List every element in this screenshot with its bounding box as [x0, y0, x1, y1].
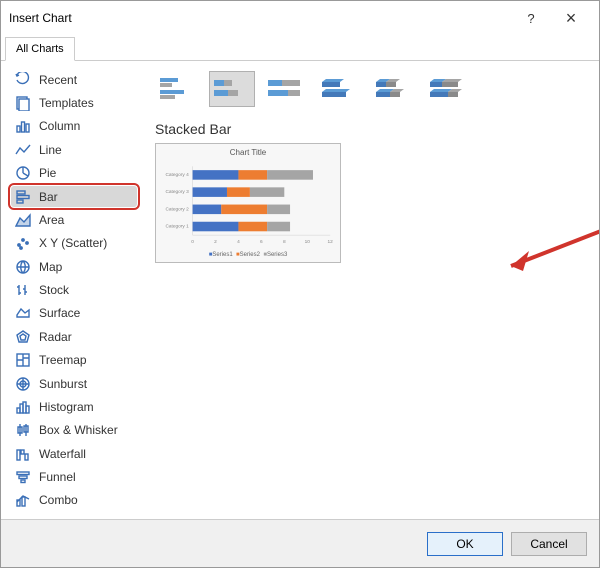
- subtype-100-stacked-bar[interactable]: [263, 71, 309, 107]
- sidebar-item-label: X Y (Scatter): [39, 236, 107, 250]
- sidebar-item-pie[interactable]: Pie: [11, 163, 137, 184]
- sunburst-icon: [15, 376, 31, 392]
- svg-text:Category 2: Category 2: [165, 206, 189, 212]
- sidebar-item-label: Sunburst: [39, 377, 87, 391]
- cancel-button[interactable]: Cancel: [511, 532, 587, 556]
- subtype-clustered-bar[interactable]: [155, 71, 201, 107]
- sidebar-item-sunburst[interactable]: Sunburst: [11, 373, 137, 394]
- svg-text:8: 8: [283, 239, 286, 245]
- treemap-icon: [15, 352, 31, 368]
- surface-icon: [15, 305, 31, 321]
- sidebar-item-label: Bar: [39, 190, 58, 204]
- subtype-3d-100-stacked-bar[interactable]: [425, 71, 471, 107]
- chart-preview[interactable]: Chart Title Category 4 Category 3 Catego…: [155, 143, 341, 263]
- sidebar-item-boxwhisker[interactable]: Box & Whisker: [11, 420, 137, 441]
- sidebar-item-label: Column: [39, 119, 80, 133]
- sidebar-item-map[interactable]: Map: [11, 256, 137, 277]
- chart-type-sidebar: Recent Templates Column Line Pie Bar: [1, 61, 141, 519]
- sidebar-item-label: Templates: [39, 96, 94, 110]
- svg-text:10: 10: [305, 239, 311, 245]
- svg-text:6: 6: [260, 239, 263, 245]
- sidebar-item-area[interactable]: Area: [11, 209, 137, 230]
- sidebar-item-histogram[interactable]: Histogram: [11, 396, 137, 417]
- line-icon: [15, 142, 31, 158]
- close-button[interactable]: ×: [551, 4, 591, 32]
- sidebar-item-templates[interactable]: Templates: [11, 92, 137, 113]
- sidebar-item-bar[interactable]: Bar: [11, 186, 137, 207]
- sidebar-item-label: Radar: [39, 330, 72, 344]
- sidebar-item-scatter[interactable]: X Y (Scatter): [11, 233, 137, 254]
- stock-icon: [15, 282, 31, 298]
- ok-button[interactable]: OK: [427, 532, 503, 556]
- sidebar-item-treemap[interactable]: Treemap: [11, 350, 137, 371]
- pie-icon: [15, 165, 31, 181]
- sidebar-item-combo[interactable]: Combo: [11, 490, 137, 511]
- svg-text:4: 4: [237, 239, 240, 245]
- svg-text:0: 0: [191, 239, 194, 245]
- svg-text:2: 2: [214, 239, 217, 245]
- preview-chart-svg: Category 4 Category 3 Category 2 Categor…: [162, 159, 334, 252]
- titlebar: Insert Chart ? ×: [1, 1, 599, 35]
- annotation-arrow: [491, 191, 599, 286]
- sidebar-item-label: Stock: [39, 283, 69, 297]
- sidebar-item-label: Combo: [39, 493, 78, 507]
- sidebar-item-label: Area: [39, 213, 64, 227]
- sidebar-item-label: Surface: [39, 306, 80, 320]
- sidebar-item-recent[interactable]: Recent: [11, 69, 137, 90]
- preview-title: Chart Title: [162, 148, 334, 157]
- subtype-3d-clustered-bar[interactable]: [317, 71, 363, 107]
- box-whisker-icon: [15, 422, 31, 438]
- preview-legend: ■Series1 ■Series2 ■Series3: [162, 252, 334, 258]
- dialog-title: Insert Chart: [9, 11, 511, 25]
- tab-all-charts[interactable]: All Charts: [5, 37, 75, 61]
- sidebar-item-label: Recent: [39, 73, 77, 87]
- sidebar-item-label: Histogram: [39, 400, 94, 414]
- waterfall-icon: [15, 446, 31, 462]
- help-button[interactable]: ?: [511, 4, 551, 32]
- svg-text:Category 1: Category 1: [165, 223, 189, 229]
- bar-icon: [15, 189, 31, 205]
- sidebar-item-label: Funnel: [39, 470, 76, 484]
- sidebar-item-label: Map: [39, 260, 62, 274]
- subtype-row: [155, 71, 585, 107]
- recent-icon: [15, 72, 31, 88]
- sidebar-item-surface[interactable]: Surface: [11, 303, 137, 324]
- svg-text:Category 4: Category 4: [165, 172, 189, 178]
- column-icon: [15, 118, 31, 134]
- sidebar-item-waterfall[interactable]: Waterfall: [11, 443, 137, 464]
- radar-icon: [15, 329, 31, 345]
- scatter-icon: [15, 235, 31, 251]
- map-icon: [15, 259, 31, 275]
- area-icon: [15, 212, 31, 228]
- combo-icon: [15, 492, 31, 508]
- sidebar-item-label: Pie: [39, 166, 56, 180]
- main-panel: Stacked Bar Chart Title Category 4 Categ…: [141, 61, 599, 519]
- templates-icon: [15, 95, 31, 111]
- section-title: Stacked Bar: [155, 121, 585, 137]
- dialog-footer: OK Cancel: [1, 519, 599, 567]
- sidebar-item-stock[interactable]: Stock: [11, 279, 137, 300]
- funnel-icon: [15, 469, 31, 485]
- sidebar-item-label: Box & Whisker: [39, 423, 118, 437]
- sidebar-item-column[interactable]: Column: [11, 116, 137, 137]
- svg-text:12: 12: [328, 239, 334, 245]
- svg-text:Category 3: Category 3: [165, 189, 189, 195]
- sidebar-item-label: Line: [39, 143, 62, 157]
- histogram-icon: [15, 399, 31, 415]
- sidebar-item-funnel[interactable]: Funnel: [11, 466, 137, 487]
- sidebar-item-line[interactable]: Line: [11, 139, 137, 160]
- insert-chart-dialog: Insert Chart ? × All Charts Recent Templ…: [0, 0, 600, 568]
- subtype-stacked-bar[interactable]: [209, 71, 255, 107]
- sidebar-item-label: Waterfall: [39, 447, 86, 461]
- sidebar-item-radar[interactable]: Radar: [11, 326, 137, 347]
- subtype-3d-stacked-bar[interactable]: [371, 71, 417, 107]
- sidebar-item-label: Treemap: [39, 353, 87, 367]
- tab-row: All Charts: [1, 35, 599, 61]
